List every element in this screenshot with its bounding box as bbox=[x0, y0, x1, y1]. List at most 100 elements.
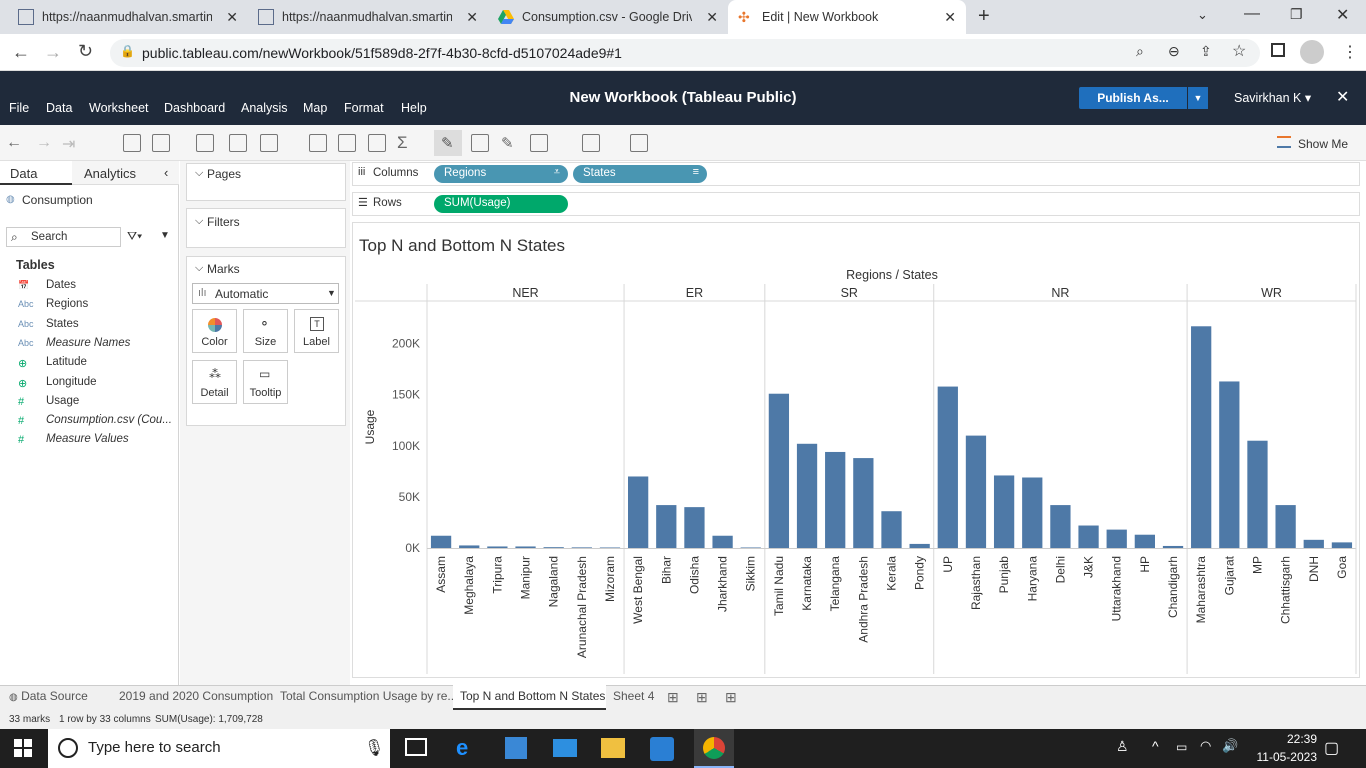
menu-map[interactable]: Map bbox=[303, 101, 327, 115]
browser-tab-2[interactable]: https://naanmudhalvan.smartinte ✕ bbox=[248, 0, 488, 34]
menu-file[interactable]: File bbox=[9, 101, 29, 115]
clock-date[interactable]: 11-05-2023 bbox=[1250, 750, 1318, 764]
pause-updates-icon[interactable] bbox=[152, 134, 170, 152]
sheet-tab-active[interactable]: Top N and Bottom N States bbox=[453, 685, 606, 710]
windows-start-icon[interactable] bbox=[14, 739, 32, 760]
field-latitude[interactable]: Latitude bbox=[46, 356, 87, 368]
clear-sheet-icon[interactable] bbox=[260, 134, 278, 152]
tab-search-icon[interactable]: ⌄ bbox=[1197, 7, 1208, 23]
collapse-panel-icon[interactable]: ‹ bbox=[164, 165, 168, 180]
sheet-tab-2[interactable]: Total Consumption Usage by re... bbox=[280, 689, 457, 703]
url-field[interactable]: 🔒 public.tableau.com/newWorkbook/51f589d… bbox=[110, 39, 1260, 67]
user-menu[interactable]: Savirkhan K ▾ bbox=[1234, 90, 1311, 105]
battery-icon[interactable]: ▭ bbox=[1176, 740, 1187, 754]
field-usage[interactable]: Usage bbox=[46, 395, 79, 407]
replay-icon[interactable]: ⇥ bbox=[62, 134, 75, 154]
volume-icon[interactable]: 🔊 bbox=[1222, 738, 1238, 754]
restore-icon[interactable]: ❐ bbox=[1290, 6, 1303, 23]
sum-usage-pill[interactable]: SUM(Usage) bbox=[434, 195, 568, 213]
window-close-icon[interactable]: ✕ bbox=[1336, 5, 1349, 25]
close-editor-icon[interactable]: ✕ bbox=[1336, 87, 1349, 107]
file-explorer-icon[interactable] bbox=[601, 738, 625, 758]
tab-analytics[interactable]: Analytics ‹ bbox=[72, 161, 179, 185]
tab-data[interactable]: Data bbox=[0, 161, 72, 185]
wifi-icon[interactable]: ◠ bbox=[1200, 738, 1211, 754]
field-states[interactable]: States bbox=[46, 318, 79, 330]
publish-dropdown-icon[interactable]: ▼ bbox=[1188, 87, 1208, 109]
download-icon[interactable] bbox=[630, 134, 648, 152]
forward-icon[interactable]: → bbox=[44, 42, 62, 63]
menu-help[interactable]: Help bbox=[401, 101, 427, 115]
panel-menu-icon[interactable]: ▼ bbox=[160, 230, 170, 241]
browser-tab-3[interactable]: Consumption.csv - Google Drive ✕ bbox=[488, 0, 728, 34]
side-panel-icon[interactable] bbox=[1271, 43, 1285, 57]
browser-tab-4-active[interactable]: ✣ Edit | New Workbook ✕ bbox=[728, 0, 966, 34]
close-tab-icon[interactable]: ✕ bbox=[466, 9, 478, 26]
tray-chevron-icon[interactable]: ^ bbox=[1152, 738, 1159, 754]
browser-tab-1[interactable]: https://naanmudhalvan.smartinte ✕ bbox=[8, 0, 248, 34]
menu-analysis[interactable]: Analysis bbox=[241, 101, 288, 115]
menu-dashboard[interactable]: Dashboard bbox=[164, 101, 225, 115]
datasource-name[interactable]: Consumption bbox=[22, 193, 93, 207]
back-icon[interactable]: ← bbox=[12, 42, 30, 63]
chrome-taskbar-button[interactable] bbox=[694, 729, 734, 768]
close-tab-icon[interactable]: ✕ bbox=[706, 9, 718, 26]
collapse-icon[interactable]: ⌵ bbox=[195, 262, 203, 275]
fit-icon[interactable] bbox=[530, 134, 548, 152]
field-consumption-csv-cou-[interactable]: Consumption.csv (Cou... bbox=[46, 414, 172, 426]
collapse-icon[interactable]: ⌵ bbox=[195, 215, 203, 228]
search-field[interactable]: ⌕ Search bbox=[6, 227, 121, 247]
format-icon[interactable]: ✎ bbox=[501, 134, 514, 152]
menu-worksheet[interactable]: Worksheet bbox=[89, 101, 149, 115]
sheet-tab-4[interactable]: Sheet 4 bbox=[613, 689, 654, 703]
field-measure-values[interactable]: Measure Values bbox=[46, 433, 129, 445]
redo-icon[interactable]: → bbox=[36, 134, 52, 152]
microphone-icon[interactable]: 🎙 bbox=[364, 738, 384, 758]
sheet-tab-1[interactable]: 2019 and 2020 Consumption bbox=[119, 689, 273, 703]
notifications-icon[interactable]: ▢ bbox=[1324, 738, 1339, 758]
bookmark-star-icon[interactable]: ☆ bbox=[1232, 41, 1246, 61]
minimize-icon[interactable]: — bbox=[1244, 5, 1260, 23]
filters-card[interactable]: ⌵ Filters bbox=[186, 208, 346, 248]
share-icon[interactable]: ⇪ bbox=[1200, 43, 1212, 60]
publish-as-button[interactable]: Publish As... bbox=[1079, 87, 1187, 109]
reload-icon[interactable]: ↻ bbox=[78, 41, 93, 62]
menu-format[interactable]: Format bbox=[344, 101, 384, 115]
new-worksheet-icon[interactable] bbox=[196, 134, 214, 152]
close-tab-icon[interactable]: ✕ bbox=[944, 9, 956, 26]
new-datasource-icon[interactable] bbox=[123, 134, 141, 152]
sort-ascending-icon[interactable] bbox=[338, 134, 356, 152]
new-story-icon[interactable]: ⊞ bbox=[725, 689, 737, 706]
field-longitude[interactable]: Longitude bbox=[46, 376, 97, 388]
presentation-icon[interactable] bbox=[582, 134, 600, 152]
sort-descending-icon[interactable] bbox=[368, 134, 386, 152]
edge-icon[interactable]: e bbox=[456, 735, 468, 761]
pages-card[interactable]: ⌵ Pages bbox=[186, 163, 346, 201]
taskbar-search[interactable]: Type here to search 🎙 bbox=[48, 729, 390, 768]
states-pill[interactable]: States ≡ bbox=[573, 165, 707, 183]
new-tab-icon[interactable]: + bbox=[978, 5, 990, 28]
totals-sigma-icon[interactable]: Σ bbox=[397, 133, 408, 153]
marks-tooltip-button[interactable]: ▭ Tooltip bbox=[243, 360, 288, 404]
vscode-icon[interactable] bbox=[650, 737, 674, 761]
clock-time[interactable]: 22:39 bbox=[1262, 732, 1317, 746]
swap-icon[interactable] bbox=[309, 134, 327, 152]
filter-fields-icon[interactable]: ⛛▾ bbox=[127, 229, 142, 244]
mark-type-dropdown[interactable]: ılı Automatic ▼ bbox=[192, 283, 339, 304]
duplicate-sheet-icon[interactable] bbox=[229, 134, 247, 152]
new-dashboard-icon[interactable]: ⊞ bbox=[696, 689, 708, 706]
task-view-icon[interactable] bbox=[405, 738, 427, 756]
show-me-button[interactable]: Show Me bbox=[1298, 137, 1348, 151]
profile-avatar[interactable] bbox=[1300, 40, 1324, 64]
marks-detail-button[interactable]: ⁂ Detail bbox=[192, 360, 237, 404]
close-tab-icon[interactable]: ✕ bbox=[226, 9, 238, 26]
field-dates[interactable]: Dates bbox=[46, 279, 76, 291]
people-icon[interactable]: ♙ bbox=[1116, 738, 1129, 755]
browser-menu-icon[interactable]: ⋮ bbox=[1342, 42, 1358, 62]
menu-data[interactable]: Data bbox=[46, 101, 72, 115]
labels-icon[interactable] bbox=[471, 134, 489, 152]
search-icon[interactable]: ⌕ bbox=[1136, 43, 1144, 60]
marks-size-button[interactable]: ⚬ Size bbox=[243, 309, 288, 353]
new-worksheet-icon[interactable]: ⊞ bbox=[667, 689, 679, 706]
store-icon[interactable] bbox=[505, 737, 527, 759]
